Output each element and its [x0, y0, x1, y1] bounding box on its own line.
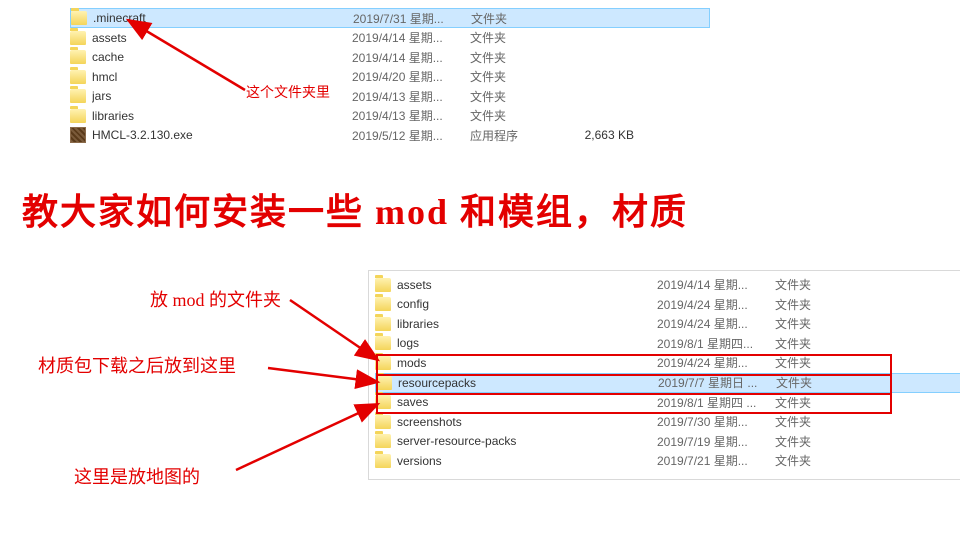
file-name: assets [92, 31, 352, 45]
folder-icon [375, 415, 391, 429]
file-type: 文件夹 [470, 68, 554, 85]
file-date: 2019/7/19 星期... [657, 433, 775, 450]
folder-icon [375, 454, 391, 468]
folder-icon [375, 297, 391, 311]
file-type: 文件夹 [775, 452, 859, 469]
folder-icon [70, 50, 86, 64]
folder-icon [375, 395, 391, 409]
bottomList-row[interactable]: versions2019/7/21 星期...文件夹 [375, 451, 960, 471]
file-name: cache [92, 50, 352, 64]
file-name: libraries [92, 109, 352, 123]
bottomList-row[interactable]: screenshots2019/7/30 星期...文件夹 [375, 412, 960, 432]
file-name: HMCL-3.2.130.exe [92, 128, 352, 142]
file-date: 2019/4/14 星期... [657, 276, 775, 293]
folder-icon [70, 109, 86, 123]
file-type: 文件夹 [470, 29, 554, 46]
bottomList-row[interactable]: server-resource-packs2019/7/19 星期...文件夹 [375, 432, 960, 452]
file-date: 2019/4/13 星期... [352, 107, 470, 124]
exe-icon [70, 127, 86, 143]
bottomList-row[interactable]: resourcepacks2019/7/7 星期日 ...文件夹 [375, 373, 960, 393]
annotation-texture-pack: 材质包下载之后放到这里 [38, 352, 236, 378]
file-type: 文件夹 [470, 49, 554, 66]
folder-icon [375, 336, 391, 350]
file-name: libraries [397, 317, 657, 331]
file-name: logs [397, 336, 657, 350]
topList-row[interactable]: jars2019/4/13 星期...文件夹 [70, 87, 710, 107]
bottomList-row[interactable]: assets2019/4/14 星期...文件夹 [375, 275, 960, 295]
file-name: versions [397, 454, 657, 468]
folder-icon [375, 434, 391, 448]
file-date: 2019/8/1 星期四 ... [657, 394, 775, 411]
folder-icon [375, 317, 391, 331]
file-name: saves [397, 395, 657, 409]
file-type: 文件夹 [471, 10, 555, 27]
file-name: screenshots [397, 415, 657, 429]
file-type: 文件夹 [470, 88, 554, 105]
file-date: 2019/4/13 星期... [352, 88, 470, 105]
file-type: 文件夹 [775, 433, 859, 450]
bottomList-row[interactable]: saves2019/8/1 星期四 ...文件夹 [375, 393, 960, 413]
bottomList-row[interactable]: config2019/4/24 星期...文件夹 [375, 295, 960, 315]
file-type: 文件夹 [470, 107, 554, 124]
folder-icon [375, 278, 391, 292]
file-name: resourcepacks [398, 376, 658, 390]
explorer-top: .minecraft2019/7/31 星期...文件夹assets2019/4… [70, 8, 710, 145]
file-date: 2019/4/14 星期... [352, 29, 470, 46]
annotation-title: 教大家如何安装一些 mod 和模组，材质 [22, 183, 688, 235]
topList-row[interactable]: assets2019/4/14 星期...文件夹 [70, 28, 710, 48]
explorer-bottom: assets2019/4/14 星期...文件夹config2019/4/24 … [368, 270, 960, 480]
annotation-maps-here: 这里是放地图的 [74, 463, 200, 489]
file-name: .minecraft [93, 11, 353, 25]
file-date: 2019/4/24 星期... [657, 354, 775, 371]
folder-icon [70, 31, 86, 45]
file-date: 2019/7/30 星期... [657, 413, 775, 430]
file-date: 2019/4/24 星期... [657, 315, 775, 332]
file-type: 文件夹 [775, 413, 859, 430]
file-date: 2019/7/21 星期... [657, 452, 775, 469]
bottomList-row[interactable]: logs2019/8/1 星期四...文件夹 [375, 334, 960, 354]
file-name: assets [397, 278, 657, 292]
file-date: 2019/5/12 星期... [352, 127, 470, 144]
topList-row[interactable]: .minecraft2019/7/31 星期...文件夹 [70, 8, 710, 28]
folder-icon [376, 376, 392, 390]
folder-icon [70, 89, 86, 103]
file-type: 文件夹 [775, 315, 859, 332]
folder-icon [375, 356, 391, 370]
file-type: 文件夹 [775, 394, 859, 411]
topList-row[interactable]: cache2019/4/14 星期...文件夹 [70, 48, 710, 68]
file-type: 应用程序 [470, 127, 554, 144]
file-date: 2019/4/24 星期... [657, 296, 775, 313]
folder-icon [71, 11, 87, 25]
file-date: 2019/7/7 星期日 ... [658, 374, 776, 391]
bottomList-row[interactable]: libraries2019/4/24 星期...文件夹 [375, 314, 960, 334]
file-date: 2019/8/1 星期四... [657, 335, 775, 352]
file-date: 2019/7/31 星期... [353, 10, 471, 27]
bottomList-row[interactable]: mods2019/4/24 星期...文件夹 [375, 353, 960, 373]
folder-icon [70, 70, 86, 84]
topList-row[interactable]: hmcl2019/4/20 星期...文件夹 [70, 67, 710, 87]
annotation-this-folder: 这个文件夹里 [246, 82, 330, 102]
topList-row[interactable]: libraries2019/4/13 星期...文件夹 [70, 106, 710, 126]
annotation-mod-folder: 放 mod 的文件夹 [150, 286, 281, 312]
file-date: 2019/4/14 星期... [352, 49, 470, 66]
file-name: config [397, 297, 657, 311]
file-name: mods [397, 356, 657, 370]
file-type: 文件夹 [776, 374, 860, 391]
file-type: 文件夹 [775, 335, 859, 352]
file-name: server-resource-packs [397, 434, 657, 448]
file-type: 文件夹 [775, 276, 859, 293]
file-type: 文件夹 [775, 296, 859, 313]
file-date: 2019/4/20 星期... [352, 68, 470, 85]
file-type: 文件夹 [775, 354, 859, 371]
topList-row[interactable]: HMCL-3.2.130.exe2019/5/12 星期...应用程序2,663… [70, 126, 710, 146]
file-size: 2,663 KB [554, 128, 634, 142]
